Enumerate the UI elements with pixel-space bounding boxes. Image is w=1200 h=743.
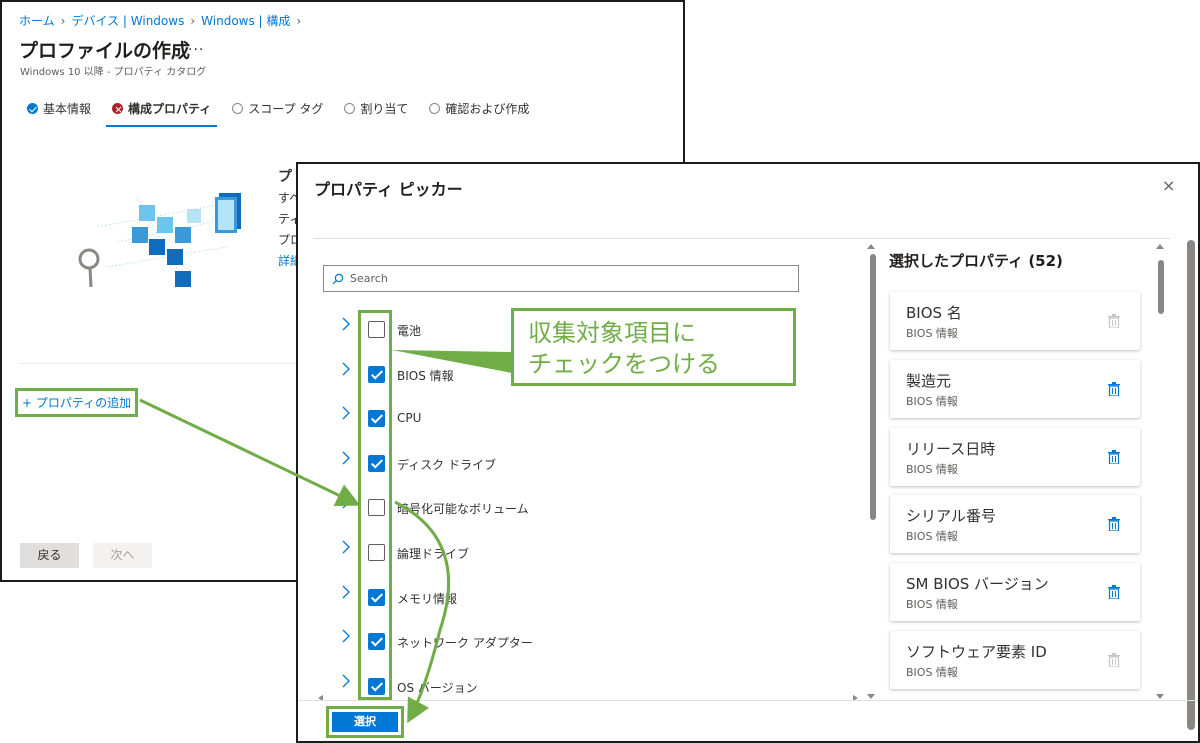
- chevron-right-icon[interactable]: [341, 495, 351, 509]
- chevron-right-icon[interactable]: [341, 674, 351, 688]
- trash-icon[interactable]: [1108, 585, 1120, 599]
- selected-property-group: BIOS 情報: [906, 463, 958, 476]
- step-label: 基本情報: [43, 102, 92, 116]
- select-button-highlight: 選択: [326, 706, 404, 738]
- chevron-right-icon: ›: [190, 13, 196, 28]
- chevron-right-icon: ›: [296, 13, 302, 28]
- selected-property-name: リリース日時: [906, 440, 996, 458]
- search-icon: [332, 273, 344, 284]
- dialog-title: プロパティ ピッカー: [314, 180, 463, 199]
- tab-configuration-settings[interactable]: 構成プロパティ: [105, 100, 218, 127]
- tab-assignments[interactable]: 割り当て: [344, 100, 408, 127]
- breadcrumb: ホーム › デバイス | Windows › Windows | 構成 ›: [19, 12, 301, 29]
- step-label: 確認および作成: [445, 102, 530, 116]
- selected-property-name: シリアル番号: [906, 507, 996, 525]
- empty-circle-icon: [429, 103, 441, 114]
- selected-property-card: リリース日時 BIOS 情報: [890, 428, 1140, 486]
- trash-icon[interactable]: [1108, 382, 1120, 396]
- scrollbar-thumb[interactable]: [870, 254, 876, 520]
- dialog-scrollbar-thumb[interactable]: [1187, 240, 1195, 730]
- property-label: BIOS 情報: [397, 369, 454, 383]
- callout-line: チェックをつける: [528, 350, 720, 378]
- chevron-right-icon[interactable]: [341, 540, 351, 554]
- breadcrumb-devices-windows[interactable]: デバイス | Windows: [71, 12, 184, 29]
- selected-property-card: BIOS 名 BIOS 情報: [890, 292, 1140, 350]
- selected-property-card: ソフトウェア要素 ID BIOS 情報: [890, 631, 1140, 689]
- selected-property-group: BIOS 情報: [906, 666, 958, 679]
- step-label: 構成プロパティ: [128, 102, 212, 116]
- checkbox-highlight-box: [358, 310, 392, 700]
- scrollbar-thumb[interactable]: [1158, 260, 1164, 314]
- close-icon[interactable]: ×: [1162, 176, 1175, 195]
- property-label: 電池: [397, 324, 422, 338]
- selected-property-group: BIOS 情報: [906, 395, 958, 408]
- back-button[interactable]: 戻る: [20, 543, 79, 568]
- annotation-callout: 収集対象項目に チェックをつける: [511, 308, 796, 386]
- chevron-right-icon[interactable]: [341, 585, 351, 599]
- chevron-right-icon[interactable]: [341, 317, 351, 331]
- page-subtitle: Windows 10 以降 - プロパティ カタログ: [20, 67, 207, 78]
- selected-property-name: 製造元: [906, 372, 952, 390]
- property-picker-dialog: プロパティ ピッカー × Search 電池 BIOS 情報 CPU ディスク …: [296, 162, 1200, 743]
- property-label: メモリ情報: [397, 592, 458, 606]
- selected-property-card: 製造元 BIOS 情報: [890, 360, 1140, 418]
- breadcrumb-windows-config[interactable]: Windows | 構成: [201, 12, 290, 29]
- selected-property-card: SM BIOS バージョン BIOS 情報: [890, 563, 1140, 621]
- selected-property-name: ソフトウェア要素 ID: [906, 643, 1047, 661]
- chevron-right-icon[interactable]: [341, 406, 351, 420]
- empty-circle-icon: [232, 103, 244, 114]
- selected-property-card: シリアル番号 BIOS 情報: [890, 495, 1140, 553]
- property-label: ディスク ドライブ: [397, 458, 496, 472]
- search-placeholder: Search: [350, 272, 388, 285]
- selected-property-group: BIOS 情報: [906, 327, 958, 340]
- check-circle-icon: [27, 103, 38, 114]
- chevron-right-icon[interactable]: [341, 362, 351, 376]
- selected-property-group: BIOS 情報: [906, 530, 958, 543]
- chevron-right-icon: ›: [60, 13, 66, 28]
- wizard-steps: 基本情報 構成プロパティ スコープ タグ 割り当て 確認および作成: [27, 100, 550, 127]
- selected-properties-title: 選択したプロパティ (52): [889, 252, 1063, 270]
- step-label: スコープ タグ: [248, 102, 324, 116]
- breadcrumb-home[interactable]: ホーム: [19, 12, 55, 29]
- more-options-button[interactable]: ...: [188, 38, 204, 54]
- tab-basics[interactable]: 基本情報: [27, 100, 91, 127]
- empty-circle-icon: [344, 103, 356, 114]
- divider: [298, 700, 1198, 701]
- callout-line: 収集対象項目に: [528, 319, 696, 347]
- settings-catalog-illustration: [78, 193, 241, 288]
- divider: [314, 238, 1170, 239]
- selected-property-group: BIOS 情報: [906, 598, 958, 611]
- select-button[interactable]: 選択: [332, 712, 398, 732]
- page-title: プロファイルの作成: [19, 40, 191, 62]
- trash-icon[interactable]: [1108, 517, 1120, 531]
- chevron-right-icon[interactable]: [341, 629, 351, 643]
- trash-icon[interactable]: [1108, 450, 1120, 464]
- tab-review-create[interactable]: 確認および作成: [429, 100, 529, 127]
- selected-property-name: BIOS 名: [906, 304, 962, 322]
- property-label: CPU: [397, 411, 422, 425]
- property-label: ネットワーク アダプター: [397, 636, 533, 650]
- step-label: 割り当て: [360, 102, 409, 116]
- trash-icon: [1108, 653, 1120, 667]
- error-circle-icon: [112, 103, 124, 114]
- property-label: OS バージョン: [397, 681, 478, 695]
- chevron-right-icon[interactable]: [341, 451, 351, 465]
- property-label: 論理ドライブ: [397, 547, 470, 561]
- trash-icon: [1108, 314, 1120, 328]
- next-button: 次へ: [93, 543, 152, 568]
- property-label: 暗号化可能なボリューム: [397, 502, 529, 516]
- tab-scope-tags[interactable]: スコープ タグ: [232, 100, 323, 127]
- add-property-link[interactable]: + プロパティの追加: [15, 388, 139, 417]
- selected-property-name: SM BIOS バージョン: [906, 575, 1049, 593]
- search-input[interactable]: Search: [323, 265, 799, 292]
